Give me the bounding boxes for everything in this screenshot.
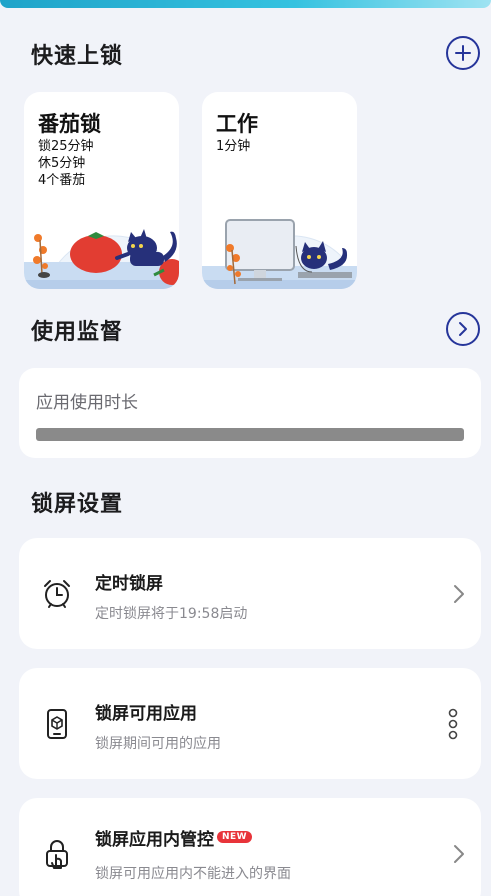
new-badge: NEW [217, 831, 253, 843]
quick-lock-title: 快速上锁 [31, 44, 124, 69]
usage-more-button[interactable] [446, 312, 480, 346]
quick-lock-card-work[interactable]: 工作 1分钟 [202, 92, 357, 289]
card-detail-3: 4个番茄 [38, 173, 86, 188]
phone-app-icon [47, 709, 67, 739]
in-app-lock-control-subtitle: 锁屏可用应用内不能进入的界面 [95, 866, 291, 882]
quick-lock-card-tomato[interactable]: 番茄锁 锁25分钟 休5分钟 4个番茄 [24, 92, 179, 289]
chevron-right-icon [454, 845, 464, 863]
plus-circle-icon [455, 45, 471, 61]
lock-settings-title: 锁屏设置 [31, 492, 124, 517]
usage-card[interactable]: 应用使用时长 [19, 368, 481, 458]
in-app-lock-control-label: 锁屏应用内管控 [95, 830, 214, 850]
usage-duration-label: 应用使用时长 [36, 393, 138, 413]
in-app-lock-control-title: 锁屏应用内管控 NEW [95, 825, 253, 850]
scheduled-lock-subtitle: 定时锁屏将于19:58启动 [95, 606, 248, 622]
usage-placeholder-bar [36, 428, 464, 441]
card-title: 番茄锁 [38, 112, 101, 136]
scheduled-lock-item[interactable]: 定时锁屏 定时锁屏将于19:58启动 [19, 538, 481, 649]
card-detail-1: 1分钟 [216, 139, 251, 154]
scheduled-lock-title: 定时锁屏 [95, 574, 163, 594]
lock-allowed-apps-item[interactable]: 锁屏可用应用 锁屏期间可用的应用 [19, 668, 481, 779]
alarm-clock-icon [44, 580, 70, 608]
chevron-right-icon [454, 585, 464, 603]
card-detail-2: 休5分钟 [38, 156, 86, 171]
add-lock-button[interactable] [446, 36, 480, 70]
chevron-right-circle-icon [459, 322, 467, 336]
lock-allowed-apps-subtitle: 锁屏期间可用的应用 [95, 736, 221, 752]
lock-touch-icon [46, 840, 68, 869]
card-title: 工作 [216, 112, 258, 136]
top-banner-edge [0, 0, 491, 8]
card-detail-1: 锁25分钟 [38, 139, 94, 154]
in-app-lock-control-item[interactable]: 锁屏应用内管控 NEW 锁屏可用应用内不能进入的界面 [19, 798, 481, 896]
more-vertical-icon[interactable] [447, 708, 459, 740]
usage-title: 使用监督 [31, 320, 124, 345]
tomato-cat-illustration [24, 229, 179, 289]
desk-cat-illustration [202, 219, 357, 289]
lock-allowed-apps-title: 锁屏可用应用 [95, 704, 197, 724]
